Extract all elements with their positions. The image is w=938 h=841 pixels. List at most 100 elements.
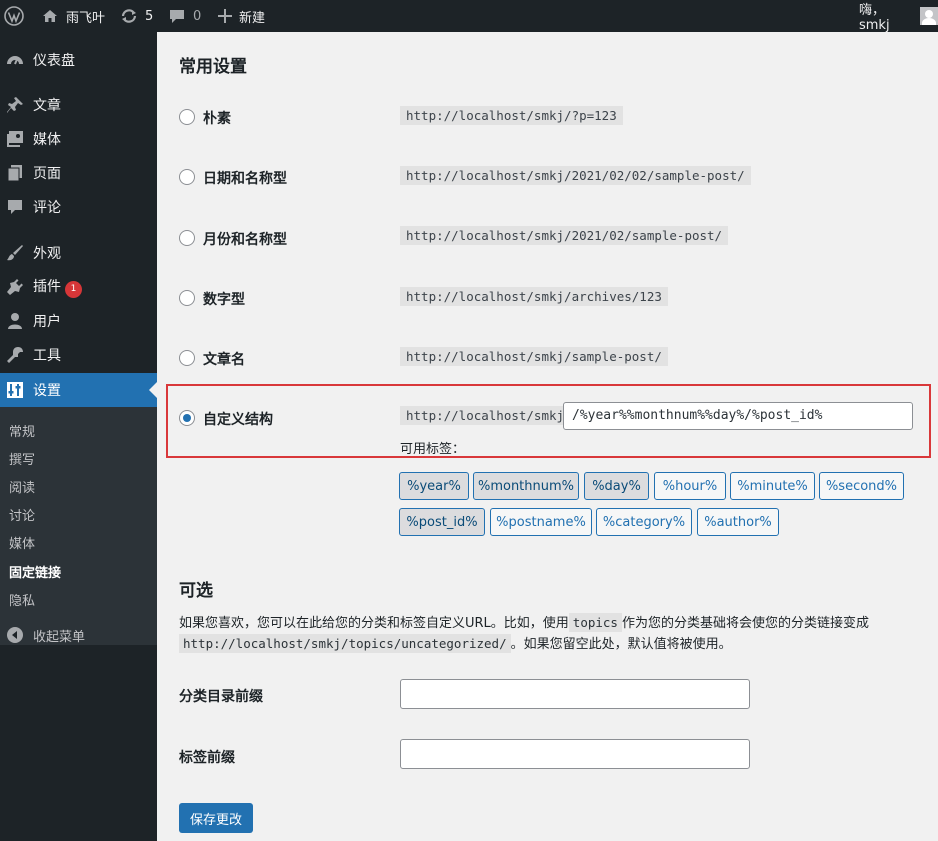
tag-button-year[interactable]: %year% [399,472,469,500]
menu-users[interactable]: 用户 [0,304,157,338]
greeting: 嗨，smkj [859,3,890,33]
category-base-input[interactable] [400,679,750,709]
media-icon [7,131,23,147]
admin-sidebar: 仪表盘 文章 媒体 页面 评论 外观 插件 1 用户 工具 设置 常规 撰写 阅… [0,32,157,841]
avatar [920,7,938,25]
tag-button-minute[interactable]: %minute% [730,472,815,500]
optional-heading: 可选 [179,581,213,601]
submenu-permalinks[interactable]: 固定链接 [9,562,61,581]
radio-post-name[interactable] [179,350,195,366]
option-label-custom: 自定义结构 [203,412,273,428]
admin-bar: 雨飞叶 5 0 新建 嗨，smkj [0,0,938,33]
refresh-icon [120,7,138,25]
radio-day-name[interactable] [179,169,195,185]
menu-posts[interactable]: 文章 [0,88,157,122]
radio-month-name[interactable] [179,230,195,246]
menu-settings[interactable]: 设置 [0,373,157,407]
menu-label: 设置 [33,383,61,399]
brush-icon [7,245,23,261]
comment-icon [8,200,22,214]
optional-description-line1: 如果您喜欢，您可以在此给您的分类和标签自定义URL。比如，使用 topics 作为您… [179,613,869,632]
user-icon [8,313,22,329]
menu-appearance[interactable]: 外观 [0,236,157,270]
sample-url-post-name: http://localhost/smkj/sample-post/ [400,347,668,366]
tag-button-monthnum[interactable]: %monthnum% [473,472,579,500]
tag-button-post-id[interactable]: %post_id% [399,508,485,536]
site-name-link[interactable]: 雨飞叶 [42,0,105,32]
new-label: 新建 [239,10,266,26]
updates-link[interactable]: 5 [120,0,153,32]
menu-dashboard[interactable]: 仪表盘 [0,43,157,77]
tag-base-input[interactable] [400,739,750,769]
wordpress-logo[interactable] [4,0,24,32]
submenu-discussion[interactable]: 讨论 [9,505,35,524]
settings-icon [7,382,23,398]
menu-label: 外观 [33,246,61,262]
menu-tools[interactable]: 工具 [0,338,157,372]
category-base-label: 分类目录前缀 [179,689,263,705]
submenu-general[interactable]: 常规 [9,421,35,440]
option-label-post-name: 文章名 [203,352,245,368]
radio-numeric[interactable] [179,290,195,306]
page-icon [7,165,22,182]
settings-submenu: 常规 撰写 阅读 讨论 媒体 固定链接 隐私 [0,407,157,645]
common-settings-heading: 常用设置 [179,57,247,77]
menu-label: 用户 [33,314,61,330]
submenu-writing[interactable]: 撰写 [9,449,35,468]
tag-base-label: 标签前缀 [179,750,235,766]
menu-label: 仪表盘 [33,53,75,69]
radio-custom-structure[interactable] [179,410,195,426]
menu-plugins[interactable]: 插件 1 [0,270,157,304]
sample-url-plain: http://localhost/smkj/?p=123 [400,106,623,125]
submenu-reading[interactable]: 阅读 [9,477,35,496]
option-label-numeric: 数字型 [203,292,245,308]
plugin-icon [7,279,23,295]
menu-label: 插件 1 [33,276,82,298]
menu-label: 媒体 [33,132,61,148]
custom-structure-input[interactable]: /%year%%monthnum%%day%/%post_id% [563,402,913,430]
tag-button-second[interactable]: %second% [819,472,904,500]
radio-plain[interactable] [179,109,195,125]
tag-button-author[interactable]: %author% [697,508,779,536]
tag-button-day[interactable]: %day% [584,472,649,500]
optional-description-line2: http://localhost/smkj/topics/uncategoriz… [179,633,732,653]
menu-label: 页面 [33,166,61,182]
menu-label: 工具 [33,348,61,364]
site-name: 雨飞叶 [66,10,106,26]
updates-count: 5 [145,8,154,24]
menu-label: 文章 [33,98,61,114]
tag-button-postname[interactable]: %postname% [490,508,592,536]
option-label-day-name: 日期和名称型 [203,171,287,187]
comments-link[interactable]: 0 [169,0,201,32]
collapse-label: 收起菜单 [33,629,86,645]
menu-comments[interactable]: 评论 [0,190,157,224]
option-label-month-name: 月份和名称型 [203,232,287,248]
pin-icon [7,97,23,113]
wordpress-icon [4,6,24,26]
comment-bubble-icon [169,8,185,24]
plus-icon [218,9,232,23]
option-label-plain: 朴素 [203,111,231,127]
comments-count: 0 [193,8,202,24]
save-changes-button[interactable]: 保存更改 [179,803,253,833]
collapse-icon [7,627,23,643]
menu-pages[interactable]: 页面 [0,156,157,190]
sample-url-day-name: http://localhost/smkj/2021/02/02/sample-… [400,166,751,185]
custom-base-url: http://localhost/smkj [400,406,571,425]
submenu-media[interactable]: 媒体 [9,533,35,552]
tag-button-category[interactable]: %category% [596,508,692,536]
sample-url-numeric: http://localhost/smkj/archives/123 [400,287,668,306]
example-url-code: http://localhost/smkj/topics/uncategoriz… [179,634,511,653]
submenu-privacy[interactable]: 隐私 [9,590,35,609]
collapse-menu-button[interactable]: 收起菜单 [0,618,157,652]
tag-button-hour[interactable]: %hour% [654,472,726,500]
menu-label: 评论 [33,200,61,216]
plugins-update-badge: 1 [65,281,82,298]
menu-media[interactable]: 媒体 [0,122,157,156]
dashboard-icon [7,56,23,65]
new-content-link[interactable]: 新建 [218,0,265,32]
topics-code: topics [568,613,622,632]
home-icon [42,8,58,24]
my-account-link[interactable]: 嗨，smkj [859,0,938,33]
sample-url-month-name: http://localhost/smkj/2021/02/sample-pos… [400,226,729,245]
